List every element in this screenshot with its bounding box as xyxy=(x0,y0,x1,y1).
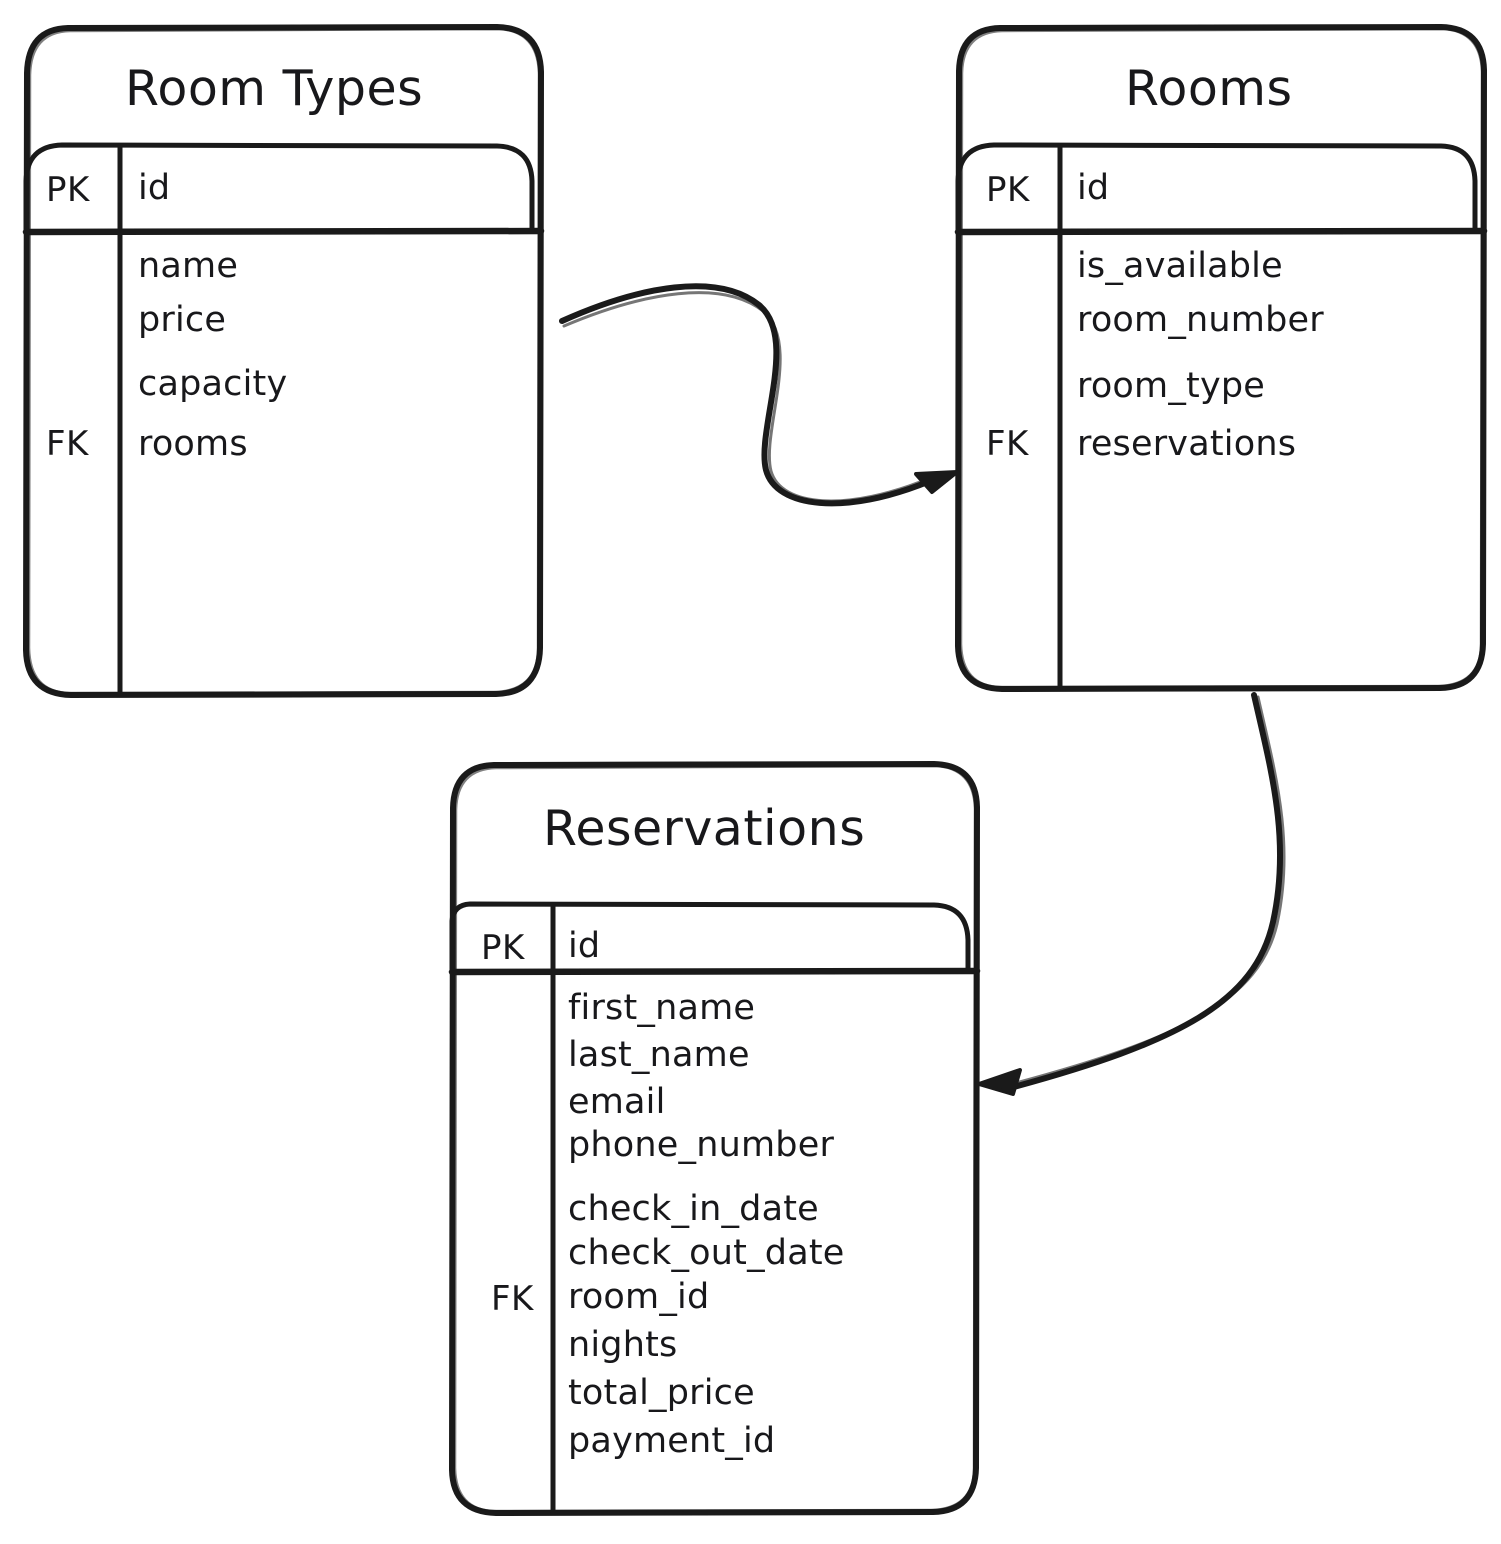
relationship-rooms-to-reservations-arrowhead xyxy=(977,1068,1022,1096)
entity-reservations-outline xyxy=(449,761,980,1516)
entity-rooms-pk-row-outline xyxy=(955,142,1478,232)
entity-reservations[interactable] xyxy=(448,761,981,1516)
er-diagram-canvas xyxy=(22,24,1488,1516)
entity-room-types-outline xyxy=(23,24,544,698)
entity-reservations-pk-row-outline xyxy=(449,901,971,972)
entity-rooms-outline-sketch xyxy=(959,27,1484,689)
entity-room-types-pk-divider xyxy=(22,227,545,236)
entity-rooms-outline xyxy=(955,24,1487,692)
relationship-room-types-to-rooms-line xyxy=(559,283,933,507)
entity-room-types[interactable] xyxy=(22,24,545,698)
entity-room-types-pk-row-outline xyxy=(23,142,535,232)
entity-reservations-pk-divider xyxy=(448,967,981,976)
relationship-room-types-to-rooms-arrowhead xyxy=(914,470,959,494)
relationship-rooms-to-reservations-line-sketch xyxy=(1010,695,1286,1086)
entity-rooms[interactable] xyxy=(954,24,1488,692)
entity-reservations-outline-sketch xyxy=(453,764,977,1513)
entity-room-types-outline-sketch xyxy=(27,27,541,695)
entity-rooms-pk-divider xyxy=(954,227,1488,236)
relationship-rooms-to-reservations-line xyxy=(1007,692,1284,1091)
relationship-rooms-to-reservations[interactable] xyxy=(977,692,1286,1096)
relationship-room-types-to-rooms-line-sketch xyxy=(562,291,932,503)
relationship-room-types-to-rooms[interactable] xyxy=(559,283,959,507)
